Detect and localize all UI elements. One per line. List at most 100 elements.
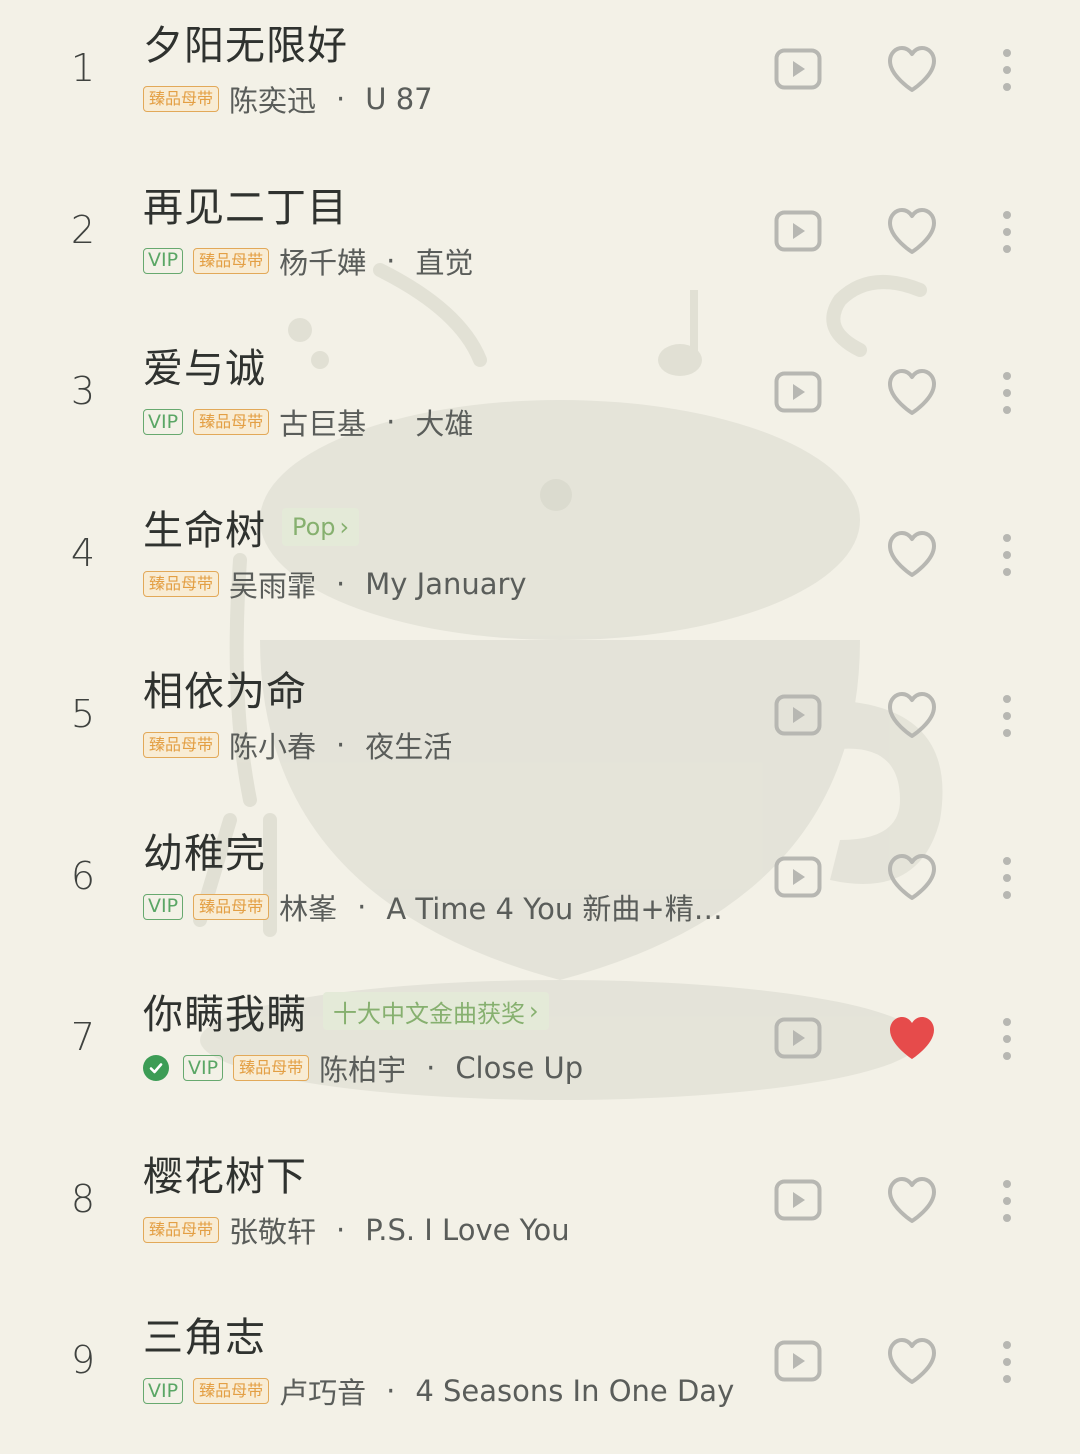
separator-dot: · xyxy=(386,243,396,278)
play-video-icon[interactable] xyxy=(772,368,824,416)
song-row[interactable]: 5 相依为命 臻品母带 陈小春 · 夜生活 xyxy=(0,646,1080,808)
play-video-icon[interactable] xyxy=(772,853,824,901)
chevron-right-icon: › xyxy=(529,997,539,1025)
song-tag[interactable]: Pop › xyxy=(282,507,360,546)
song-row[interactable]: 3 爱与诚 VIP 臻品母带 古巨基 · 大雄 xyxy=(0,323,1080,485)
song-title: 你瞒我瞒 xyxy=(143,992,307,1038)
play-video-icon[interactable] xyxy=(772,691,824,739)
album-name[interactable]: U 87 xyxy=(365,82,432,116)
more-vertical-icon[interactable] xyxy=(995,532,1019,578)
title-line: 生命树 Pop › xyxy=(143,499,360,555)
song-rank: 7 xyxy=(70,1015,96,1059)
master-tape-badge: 臻品母带 xyxy=(193,1378,270,1404)
separator-dot: · xyxy=(357,889,367,924)
more-vertical-icon[interactable] xyxy=(995,209,1019,255)
separator-dot: · xyxy=(336,728,346,762)
album-name[interactable]: 大雄 xyxy=(415,403,473,441)
more-vertical-icon[interactable] xyxy=(995,1016,1019,1062)
subtitle-line: VIP 臻品母带 林峯 · A Time 4 You 新曲+精… xyxy=(143,888,723,926)
song-row[interactable]: 8 樱花树下 臻品母带 张敬轩 · P.S. I Love You xyxy=(0,1131,1080,1293)
song-row[interactable]: 6 幼稚完 VIP 臻品母带 林峯 · A Time 4 You 新曲+精… xyxy=(0,808,1080,970)
album-name[interactable]: 直觉 xyxy=(415,242,473,280)
heart-icon[interactable] xyxy=(884,43,940,95)
play-video-icon[interactable] xyxy=(772,207,824,255)
more-vertical-icon[interactable] xyxy=(995,47,1019,93)
title-line: 樱花树下 xyxy=(143,1145,307,1201)
subtitle-line: 臻品母带 张敬轩 · P.S. I Love You xyxy=(143,1211,570,1249)
heart-icon[interactable] xyxy=(884,366,940,418)
heart-icon[interactable] xyxy=(884,689,940,741)
album-name[interactable]: A Time 4 You 新曲+精… xyxy=(386,888,722,926)
subtitle-line: 臻品母带 陈小春 · 夜生活 xyxy=(143,726,452,764)
separator-dot: · xyxy=(336,82,346,116)
song-title: 爱与诚 xyxy=(143,346,266,392)
artist-name[interactable]: 陈柏宇 xyxy=(319,1049,406,1087)
more-vertical-icon[interactable] xyxy=(995,855,1019,901)
song-row[interactable]: 2 再见二丁目 VIP 臻品母带 杨千嬅 · 直觉 xyxy=(0,162,1080,324)
play-video-icon[interactable] xyxy=(772,1014,824,1062)
song-title: 相依为命 xyxy=(143,669,307,715)
song-tag-label: Pop xyxy=(292,512,336,541)
artist-name[interactable]: 陈奕迅 xyxy=(229,80,316,118)
album-name[interactable]: Close Up xyxy=(455,1051,583,1085)
title-line: 三角志 xyxy=(143,1306,266,1362)
song-row[interactable]: 7 你瞒我瞒 十大中文金曲获奖 › VIP 臻品母带 陈柏宇 · Close Up xyxy=(0,969,1080,1131)
album-name[interactable]: 夜生活 xyxy=(365,726,452,764)
separator-dot: · xyxy=(336,1212,346,1247)
song-row[interactable]: 9 三角志 VIP 臻品母带 卢巧音 · 4 Seasons In One Day xyxy=(0,1292,1080,1454)
artist-name[interactable]: 杨千嬅 xyxy=(279,242,366,280)
heart-filled-icon[interactable] xyxy=(884,1012,940,1064)
master-tape-badge: 臻品母带 xyxy=(193,893,270,920)
artist-name[interactable]: 张敬轩 xyxy=(229,1211,316,1249)
song-tag[interactable]: 十大中文金曲获奖 › xyxy=(323,992,549,1030)
play-video-icon[interactable] xyxy=(772,1337,824,1385)
heart-icon[interactable] xyxy=(884,528,940,580)
title-line: 你瞒我瞒 十大中文金曲获奖 › xyxy=(143,983,549,1039)
subtitle-line: VIP 臻品母带 古巨基 · 大雄 xyxy=(143,403,473,441)
song-row[interactable]: 1 夕阳无限好臻品母带 陈奕迅 · U 87 xyxy=(0,0,1080,162)
song-list: 1 夕阳无限好 臻品母带 陈奕迅 · U 87 2 再见二丁目 VIP 臻品母带 杨千嬅 · 直觉 3 爱与… xyxy=(0,0,1080,1454)
song-title: 再见二丁目 xyxy=(143,184,348,231)
more-vertical-icon[interactable] xyxy=(995,1339,1019,1385)
master-tape-badge: 臻品母带 xyxy=(143,732,220,758)
album-name[interactable]: My January xyxy=(365,567,526,601)
song-title: 樱花树下 xyxy=(143,1153,307,1200)
song-row[interactable]: 4 生命树 Pop › 臻品母带 吴雨霏 · My January xyxy=(0,485,1080,647)
song-title: 三角志 xyxy=(143,1315,266,1361)
more-vertical-icon[interactable] xyxy=(995,1178,1019,1224)
song-rank: 8 xyxy=(70,1176,96,1221)
album-name[interactable]: 4 Seasons In One Day xyxy=(415,1374,734,1408)
vip-badge: VIP xyxy=(143,247,184,274)
play-video-icon[interactable] xyxy=(772,45,824,93)
album-name[interactable]: P.S. I Love You xyxy=(365,1213,569,1247)
more-vertical-icon[interactable] xyxy=(995,370,1019,416)
play-video-icon[interactable] xyxy=(772,1176,824,1224)
more-vertical-icon[interactable] xyxy=(995,693,1019,739)
artist-name[interactable]: 吴雨霏 xyxy=(229,565,316,603)
title-line: 爱与诚 xyxy=(143,337,266,393)
title-line: 夕阳无限好 xyxy=(143,14,348,70)
subtitle-line: VIP 臻品母带 陈柏宇 · Close Up xyxy=(143,1049,583,1087)
subtitle-line: 臻品母带 吴雨霏 · My January xyxy=(143,565,527,603)
artist-name[interactable]: 林峯 xyxy=(279,888,337,926)
artist-name[interactable]: 古巨基 xyxy=(279,403,366,441)
heart-icon[interactable] xyxy=(884,1335,940,1387)
heart-icon[interactable] xyxy=(884,851,940,903)
heart-icon[interactable] xyxy=(884,205,940,257)
separator-dot: · xyxy=(386,1374,396,1408)
subtitle-line: 臻品母带 陈奕迅 · U 87 xyxy=(143,80,433,118)
song-rank: 1 xyxy=(70,46,96,90)
heart-icon[interactable] xyxy=(884,1174,940,1226)
vip-badge: VIP xyxy=(143,409,184,435)
chevron-right-icon: › xyxy=(339,512,350,541)
master-tape-badge: 臻品母带 xyxy=(193,409,270,435)
title-line: 相依为命 xyxy=(143,660,307,716)
master-tape-badge: 臻品母带 xyxy=(143,86,220,112)
song-tag-label: 十大中文金曲获奖 xyxy=(333,999,525,1028)
subtitle-line: VIP 臻品母带 卢巧音 · 4 Seasons In One Day xyxy=(143,1372,734,1410)
vip-badge: VIP xyxy=(143,1378,184,1404)
master-tape-badge: 臻品母带 xyxy=(233,1055,310,1081)
artist-name[interactable]: 卢巧音 xyxy=(279,1372,366,1410)
song-rank: 3 xyxy=(70,369,96,413)
artist-name[interactable]: 陈小春 xyxy=(229,726,316,764)
